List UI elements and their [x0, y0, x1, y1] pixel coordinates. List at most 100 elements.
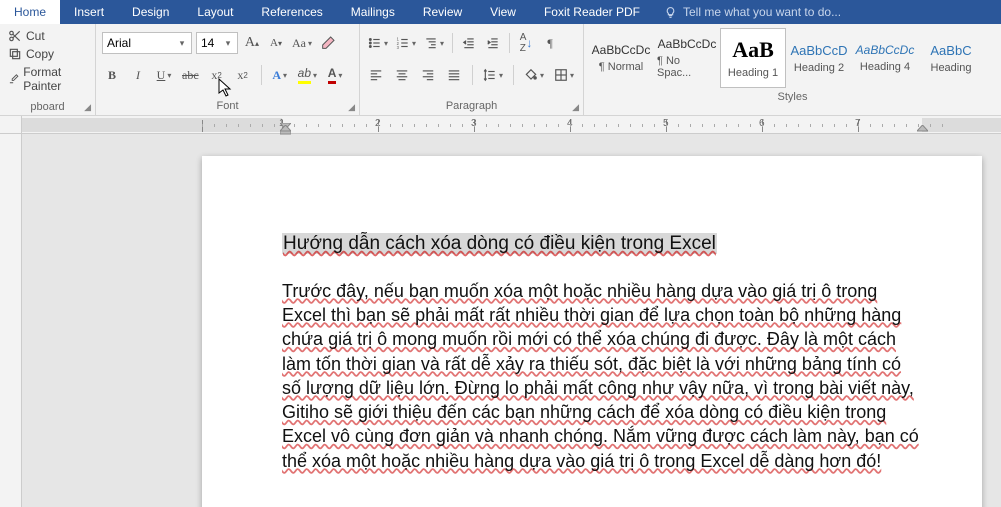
format-painter-button[interactable]: Format Painter — [6, 64, 89, 94]
copy-icon — [8, 47, 22, 61]
style-name: Heading 4 — [860, 61, 910, 73]
tab-view[interactable]: View — [476, 0, 530, 24]
tab-design[interactable]: Design — [118, 0, 183, 24]
increase-indent-button[interactable] — [483, 32, 503, 54]
ruler-corner — [0, 116, 22, 134]
bullets-icon — [368, 36, 382, 50]
paragraph-launcher[interactable]: ◢ — [572, 102, 579, 113]
subscript-button[interactable]: x2 — [207, 64, 227, 86]
shrink-font-button[interactable]: A▾ — [266, 32, 286, 54]
font-launcher[interactable]: ◢ — [348, 102, 355, 113]
bucket-icon — [524, 68, 538, 82]
tab-home[interactable]: Home — [0, 0, 60, 24]
align-center-icon — [395, 68, 409, 82]
style-item-4[interactable]: AaBbCcDcHeading 4 — [852, 28, 918, 88]
decrease-indent-button[interactable] — [459, 32, 479, 54]
align-right-button[interactable] — [418, 64, 438, 86]
change-case-button[interactable]: Aa▾ — [290, 32, 314, 54]
horizontal-ruler[interactable]: 1234567 — [22, 116, 1001, 134]
chevron-down-icon[interactable]: ▾ — [175, 38, 189, 49]
document-page[interactable]: Hướng dẫn cách xóa dòng có điều kiện tro… — [202, 156, 982, 507]
ruler-tick: 5 — [666, 116, 762, 134]
tell-me-search[interactable]: Tell me what you want to do... — [654, 0, 841, 24]
align-center-button[interactable] — [392, 64, 412, 86]
bold-button[interactable]: B — [102, 64, 122, 86]
hanging-indent-marker[interactable] — [280, 125, 291, 135]
bullets-button[interactable]: ▾ — [366, 32, 390, 54]
style-item-0[interactable]: AaBbCcDc¶ Normal — [588, 28, 654, 88]
superscript-button[interactable]: x2 — [233, 64, 253, 86]
tab-insert[interactable]: Insert — [60, 0, 118, 24]
highlight-button[interactable]: ab▾ — [296, 64, 319, 86]
align-left-icon — [369, 68, 383, 82]
align-right-icon — [421, 68, 435, 82]
group-label-clipboard: pboard ◢ — [0, 98, 95, 115]
right-indent-marker[interactable] — [917, 125, 928, 135]
tab-mailings[interactable]: Mailings — [337, 0, 409, 24]
vertical-ruler[interactable] — [0, 134, 22, 507]
font-name-input[interactable] — [103, 36, 175, 50]
align-left-button[interactable] — [366, 64, 386, 86]
styles-gallery[interactable]: AaBbCcDc¶ NormalAaBbCcDc¶ No Spac... AaB H… — [584, 24, 1001, 88]
eraser-icon — [320, 35, 336, 51]
style-item-1[interactable]: AaBbCcDc¶ No Spac... — [654, 28, 720, 88]
font-size-combo[interactable]: ▾ — [196, 32, 238, 54]
chevron-down-icon[interactable]: ▾ — [221, 38, 235, 49]
ruler-tick: 3 — [474, 116, 570, 134]
ruler-tick: 4 — [570, 116, 666, 134]
scissors-icon — [8, 29, 22, 43]
style-preview: AaBbCcDc — [658, 37, 717, 51]
style-preview: AaBbC — [930, 43, 971, 58]
style-item-2[interactable]: AaB Heading 1 — [720, 28, 786, 88]
font-size-input[interactable] — [197, 36, 221, 50]
style-preview: AaBbCcDc — [592, 43, 651, 57]
paintbrush-icon — [8, 72, 19, 86]
indent-icon — [486, 36, 500, 50]
sort-button[interactable]: AZ↓ — [516, 32, 536, 54]
group-clipboard: Cut Copy Format Painter pboard ◢ — [0, 24, 96, 115]
multilevel-list-button[interactable]: ▾ — [422, 32, 446, 54]
numbering-button[interactable]: 123▾ — [394, 32, 418, 54]
group-label-paragraph: Paragraph ◢ — [360, 97, 583, 115]
font-color-button[interactable]: A▾ — [325, 64, 345, 86]
tab-references[interactable]: References — [247, 0, 336, 24]
justify-button[interactable] — [444, 64, 464, 86]
multilevel-icon — [424, 36, 438, 50]
style-name: Heading 1 — [728, 67, 778, 79]
clipboard-launcher[interactable]: ◢ — [84, 102, 91, 113]
font-name-combo[interactable]: ▾ — [102, 32, 192, 54]
outdent-icon — [462, 36, 476, 50]
tab-review[interactable]: Review — [409, 0, 476, 24]
clear-formatting-button[interactable] — [318, 32, 338, 54]
tab-foxit-pdf[interactable]: Foxit Reader PDF — [530, 0, 654, 24]
cut-button[interactable]: Cut — [6, 28, 89, 44]
style-item-3[interactable]: AaBbCcD Heading 2 — [786, 28, 852, 88]
shading-button[interactable]: ▾ — [522, 64, 546, 86]
italic-button[interactable]: I — [128, 64, 148, 86]
style-preview: AaBbCcD — [790, 43, 847, 58]
justify-icon — [447, 68, 461, 82]
separator — [509, 33, 510, 53]
lightbulb-icon — [664, 6, 677, 19]
line-spacing-button[interactable]: ▾ — [481, 64, 505, 86]
underline-button[interactable]: U▾ — [154, 64, 174, 86]
style-name: Heading 2 — [794, 62, 844, 74]
copy-button[interactable]: Copy — [6, 46, 89, 62]
svg-text:3: 3 — [397, 45, 400, 50]
style-item-5[interactable]: AaBbCHeading — [918, 28, 984, 88]
tell-me-placeholder: Tell me what you want to do... — [683, 5, 841, 19]
strikethrough-button[interactable]: abc — [180, 64, 201, 86]
document-content[interactable]: Hướng dẫn cách xóa dòng có điều kiện tro… — [282, 231, 922, 473]
document-title[interactable]: Hướng dẫn cách xóa dòng có điều kiện tro… — [282, 233, 717, 254]
style-preview: AaB — [732, 37, 774, 63]
show-marks-button[interactable]: ¶ — [540, 32, 560, 54]
ribbon: Cut Copy Format Painter pboard ◢ ▾ — [0, 24, 1001, 116]
grow-font-button[interactable]: A▴ — [242, 32, 262, 54]
line-spacing-icon — [483, 68, 497, 82]
tab-layout[interactable]: Layout — [183, 0, 247, 24]
borders-button[interactable]: ▾ — [552, 64, 576, 86]
text-effects-button[interactable]: A▾ — [270, 64, 290, 86]
group-font: ▾ ▾ A▴ A▾ Aa▾ B I U▾ abc x2 x2 — [96, 24, 360, 115]
document-paragraph[interactable]: Trước đây, nếu bạn muốn xóa một hoặc nhi… — [282, 279, 922, 473]
separator — [513, 65, 514, 85]
